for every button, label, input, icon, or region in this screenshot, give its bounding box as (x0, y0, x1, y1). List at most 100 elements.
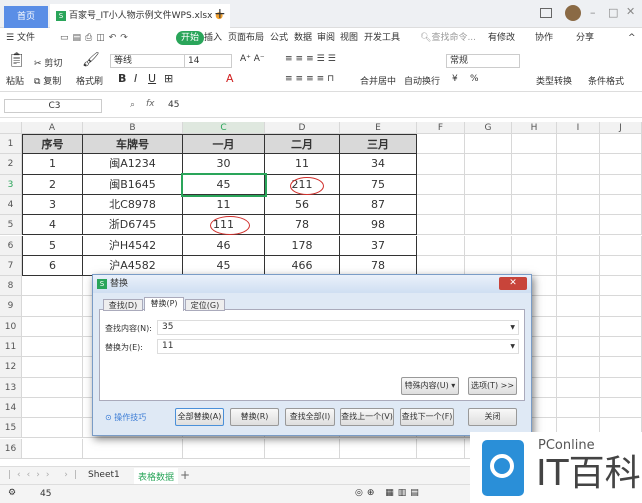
cell-A4[interactable]: 3 (22, 194, 83, 216)
find-input[interactable]: 35 ▼ (157, 320, 519, 335)
replace-input[interactable]: 11 ▼ (157, 339, 519, 354)
replace-button[interactable]: 替换(R) (230, 408, 279, 426)
replace-all-button[interactable]: 全部替换(A) (175, 408, 224, 426)
copy-button[interactable]: ⧉ 复制 (34, 74, 61, 87)
cell-A7[interactable]: 6 (22, 255, 83, 277)
row-header-9[interactable]: 9 (0, 296, 22, 317)
new-tab-button[interactable]: + (214, 6, 226, 22)
cell-H1[interactable] (512, 134, 557, 155)
view-icons[interactable]: ◎⊕ ▦▥▤ (355, 488, 423, 498)
menu-view[interactable]: 视图 (340, 28, 358, 48)
cell-F6[interactable] (417, 235, 465, 256)
merge-center-button[interactable]: 合并居中 (360, 74, 396, 87)
row-header-12[interactable]: 12 (0, 357, 22, 378)
number-format-select[interactable]: 常规 (446, 54, 520, 68)
sheet-tab-table-data[interactable]: 表格数据 (134, 468, 179, 485)
cell-C2[interactable]: 30 (183, 154, 265, 175)
row-header-16[interactable]: 16 (0, 438, 22, 459)
cell-B6[interactable]: 沪H4542 (83, 235, 183, 256)
align-buttons[interactable]: ≡≡≡☰☰ (285, 54, 339, 64)
cell-D2[interactable]: 11 (265, 154, 340, 175)
column-header-I[interactable]: I (557, 122, 600, 134)
wrap-text-button[interactable]: 自动换行 (404, 74, 440, 87)
cell-A8[interactable] (22, 276, 83, 297)
currency-button[interactable]: ¥ (452, 74, 458, 84)
options-button[interactable]: 选项(T) >> (468, 377, 517, 395)
cell-J5[interactable] (600, 215, 642, 236)
close-icon[interactable]: ✕ (626, 5, 635, 18)
name-box[interactable]: C3 (4, 99, 102, 113)
cell-J2[interactable] (600, 154, 642, 175)
cell-B4[interactable]: 北C8978 (83, 194, 183, 216)
cell-J4[interactable] (600, 194, 642, 216)
cell-B16[interactable] (83, 438, 183, 459)
cell-J3[interactable] (600, 174, 642, 195)
cell-D16[interactable] (265, 438, 340, 459)
table-header-cell[interactable]: 车牌号 (83, 134, 183, 155)
column-header-A[interactable]: A (22, 122, 83, 134)
font-size-select[interactable]: 14 (184, 54, 232, 68)
font-grow-shrink[interactable]: A⁺ A⁻ (240, 54, 265, 64)
cell-B2[interactable]: 闽A1234 (83, 154, 183, 175)
column-header-F[interactable]: F (417, 122, 465, 134)
cell-F16[interactable] (417, 438, 465, 459)
sheet-tab-sheet1[interactable]: Sheet1 (88, 470, 120, 480)
cell-J14[interactable] (600, 397, 642, 419)
cell-E2[interactable]: 34 (340, 154, 417, 175)
cell-C3[interactable]: 45 (181, 172, 267, 197)
cell-I13[interactable] (557, 377, 600, 398)
column-header-D[interactable]: D (265, 122, 340, 134)
cell-B3[interactable]: 闽B1645 (83, 174, 183, 195)
row-header-8[interactable]: 8 (0, 276, 22, 297)
cell-I11[interactable] (557, 337, 600, 358)
cell-C6[interactable]: 46 (183, 235, 265, 256)
column-header-B[interactable]: B (83, 122, 183, 134)
cell-I6[interactable] (557, 235, 600, 256)
menu-formula[interactable]: 公式 (270, 28, 288, 48)
cell-F5[interactable] (417, 215, 465, 236)
row-header-2[interactable]: 2 (0, 154, 22, 175)
column-header-J[interactable]: J (600, 122, 642, 134)
fx-icon[interactable]: fx (146, 99, 155, 109)
cell-A12[interactable] (22, 357, 83, 378)
row-header-3[interactable]: 3 (0, 174, 22, 195)
row-header-14[interactable]: 14 (0, 397, 22, 419)
cell-J6[interactable] (600, 235, 642, 256)
formula-input[interactable]: 45 (168, 100, 179, 110)
cell-J8[interactable] (600, 276, 642, 297)
type-convert-button[interactable]: 类型转换 (536, 74, 572, 87)
cell-H3[interactable] (512, 174, 557, 195)
cell-E3[interactable]: 75 (340, 174, 417, 195)
table-header-cell[interactable]: 三月 (340, 134, 417, 155)
minimize-icon[interactable]: – (590, 6, 596, 19)
cell-I3[interactable] (557, 174, 600, 195)
cell-J13[interactable] (600, 377, 642, 398)
table-header-cell[interactable]: 一月 (183, 134, 265, 155)
dialog-close-icon[interactable]: ✕ (499, 277, 527, 290)
cell-A2[interactable]: 1 (22, 154, 83, 175)
cell-E4[interactable]: 87 (340, 194, 417, 216)
sheet-nav-arrows[interactable]: |‹‹›› ›| (8, 470, 83, 480)
cell-H2[interactable] (512, 154, 557, 175)
cell-D4[interactable]: 56 (265, 194, 340, 216)
cell-G5[interactable] (465, 215, 512, 236)
paste-icon[interactable]: 📋︎ (8, 52, 26, 68)
modified-button[interactable]: 有修改 (488, 28, 515, 48)
cell-A3[interactable]: 2 (22, 174, 83, 195)
cell-J11[interactable] (600, 337, 642, 358)
cell-J7[interactable] (600, 255, 642, 277)
cell-A14[interactable] (22, 397, 83, 419)
cell-I9[interactable] (557, 296, 600, 317)
cell-F4[interactable] (417, 194, 465, 216)
row-header-11[interactable]: 11 (0, 337, 22, 358)
find-all-button[interactable]: 查找全部(I) (285, 408, 335, 426)
cell-I14[interactable] (557, 397, 600, 419)
cell-G4[interactable] (465, 194, 512, 216)
bold-button[interactable]: B (118, 72, 126, 85)
cell-J12[interactable] (600, 357, 642, 378)
cell-A11[interactable] (22, 337, 83, 358)
macro-icon[interactable]: ⚙ (8, 488, 16, 498)
cell-H5[interactable] (512, 215, 557, 236)
cell-I5[interactable] (557, 215, 600, 236)
cut-button[interactable]: ✂ 剪切 (34, 56, 62, 69)
